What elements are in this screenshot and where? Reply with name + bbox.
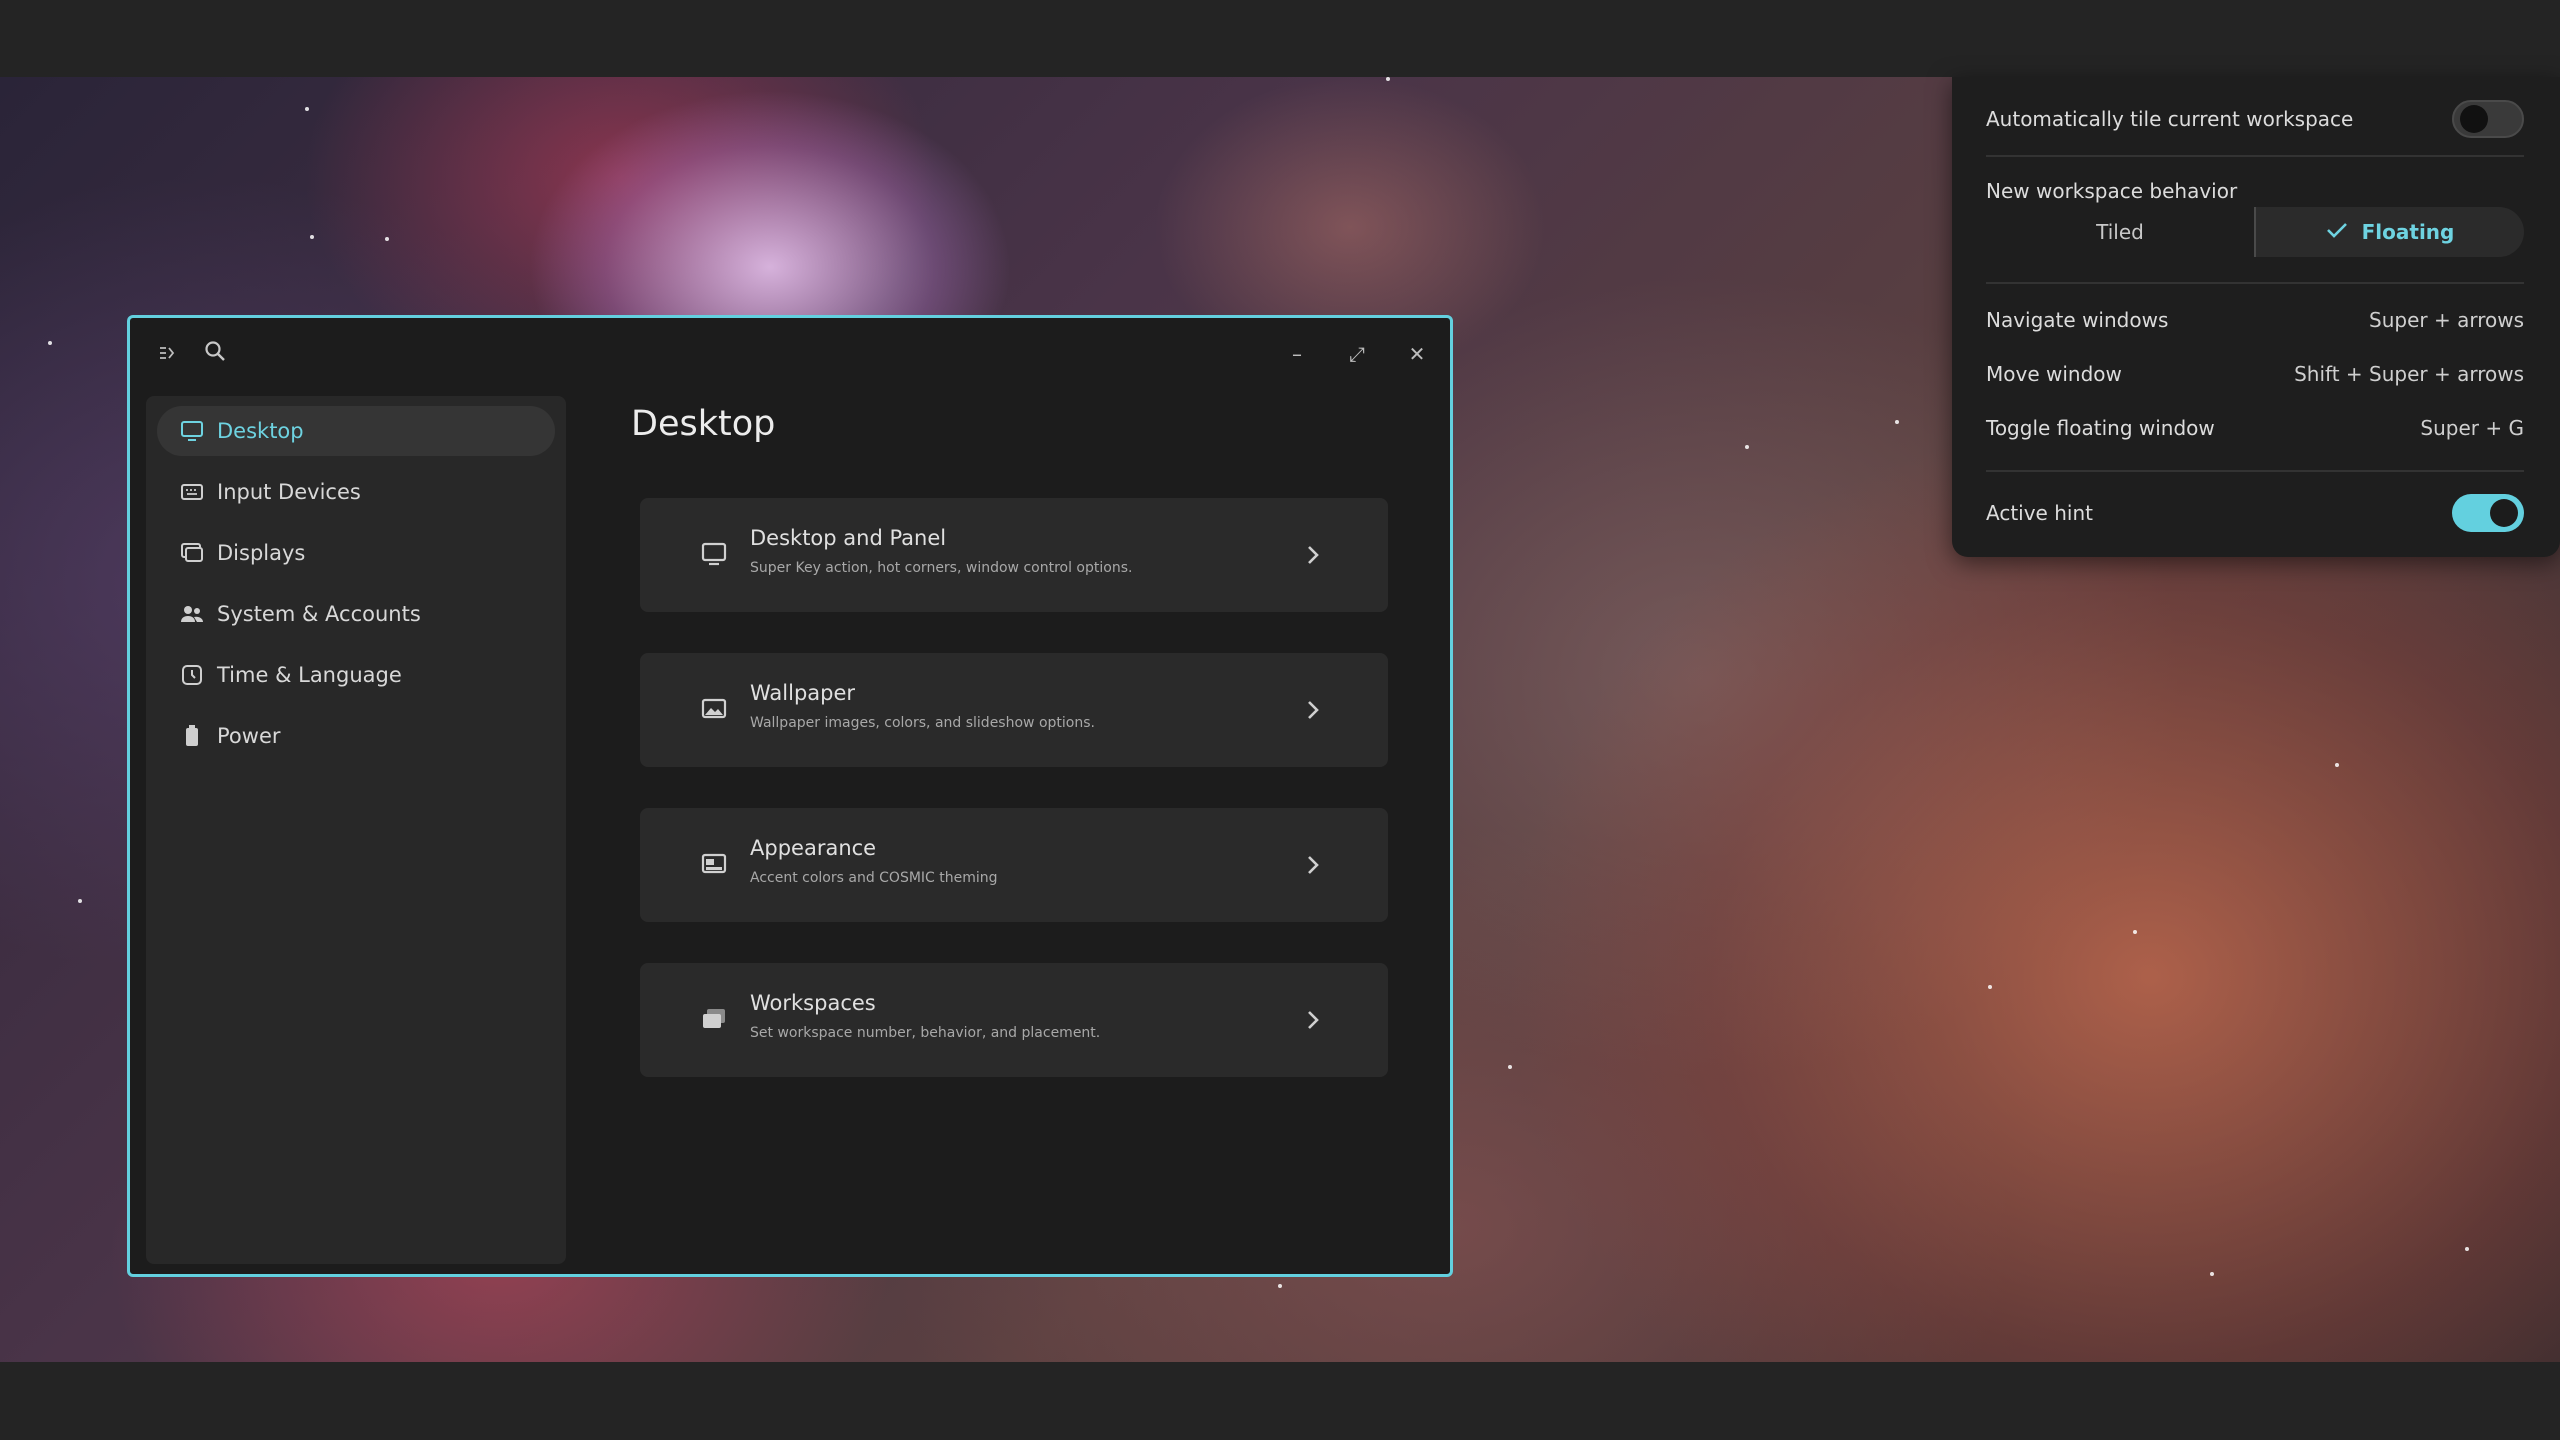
checkmark-icon (2326, 220, 2348, 244)
sidebar-toggle-icon (160, 347, 175, 359)
card-title: Desktop and Panel (750, 526, 947, 550)
chevron-right-icon (1302, 1006, 1324, 1034)
shortcut-keys: Super + arrows (2369, 308, 2524, 332)
new-workspace-segmented-control: Tiled Floating (1986, 207, 2524, 257)
sidebar-item-label: System & Accounts (217, 602, 421, 626)
auto-tile-toggle[interactable] (2452, 100, 2524, 138)
star (2335, 763, 2339, 767)
auto-tile-label: Automatically tile current workspace (1986, 107, 2354, 131)
divider (1986, 282, 2524, 284)
wallpaper-icon (700, 695, 728, 723)
segment-tiled[interactable]: Tiled (1986, 207, 2256, 257)
card-appearance[interactable]: Appearance Accent colors and COSMIC them… (640, 808, 1388, 922)
card-description: Accent colors and COSMIC theming (750, 870, 998, 886)
users-icon (179, 601, 205, 627)
star (310, 235, 314, 239)
shortcut-label: Move window (1986, 362, 2122, 386)
card-desktop-and-panel[interactable]: Desktop and Panel Super Key action, hot … (640, 498, 1388, 612)
workspaces-icon (700, 1005, 728, 1033)
search-button[interactable] (200, 340, 230, 370)
shortcut-label: Toggle floating window (1986, 416, 2215, 440)
card-description: Wallpaper images, colors, and slideshow … (750, 715, 1095, 731)
maximize-button[interactable]: ⤢ (1342, 339, 1372, 369)
chevron-right-icon (1302, 541, 1324, 569)
star (1988, 985, 1992, 989)
header-bar: – ⤢ ✕ (130, 318, 1450, 398)
star (2465, 1247, 2469, 1251)
card-title: Appearance (750, 836, 877, 860)
active-hint-toggle[interactable] (2452, 494, 2524, 532)
star (1895, 420, 1899, 424)
shortcut-row: Move window Shift + Super + arrows (1986, 353, 2524, 395)
appearance-icon (700, 850, 728, 878)
battery-icon (179, 723, 205, 749)
card-title: Workspaces (750, 991, 876, 1015)
card-workspaces[interactable]: Workspaces Set workspace number, behavio… (640, 963, 1388, 1077)
chevron-right-icon (1302, 696, 1324, 724)
sidebar-item-displays[interactable]: Displays (157, 528, 555, 578)
toggle-knob (2460, 105, 2488, 133)
divider (1986, 155, 2524, 157)
active-hint-label: Active hint (1986, 501, 2093, 525)
sidebar-item-label: Displays (217, 541, 306, 565)
sidebar: Desktop Input Devices Displays System & … (146, 396, 566, 1264)
divider (1986, 470, 2524, 472)
card-wallpaper[interactable]: Wallpaper Wallpaper images, colors, and … (640, 653, 1388, 767)
sidebar-item-label: Time & Language (217, 663, 402, 687)
sidebar-item-label: Input Devices (217, 480, 361, 504)
new-workspace-label: New workspace behavior (1986, 179, 2238, 203)
shortcut-keys: Super + G (2420, 416, 2524, 440)
displays-icon (179, 540, 205, 566)
sidebar-item-power[interactable]: Power (157, 711, 555, 761)
new-workspace-row: New workspace behavior (1986, 173, 2524, 209)
segment-floating[interactable]: Floating (2256, 207, 2524, 257)
clock-icon (179, 662, 205, 688)
star (385, 237, 389, 241)
tiling-popup: Automatically tile current workspace New… (1952, 77, 2560, 557)
shortcut-row: Toggle floating window Super + G (1986, 407, 2524, 449)
star (1386, 77, 1390, 81)
active-hint-row: Active hint (1986, 485, 2524, 541)
star (305, 107, 309, 111)
sidebar-item-system-accounts[interactable]: System & Accounts (157, 589, 555, 639)
star (2133, 930, 2137, 934)
keyboard-icon (179, 479, 205, 505)
chevron-right-icon (1302, 851, 1324, 879)
shortcut-keys: Shift + Super + arrows (2294, 362, 2524, 386)
settings-window: – ⤢ ✕ Desktop Input Devices Displays Sys… (127, 315, 1453, 1277)
star (48, 341, 52, 345)
monitor-icon (179, 418, 205, 444)
sidebar-item-input-devices[interactable]: Input Devices (157, 467, 555, 517)
minimize-button[interactable]: – (1282, 339, 1312, 369)
card-description: Super Key action, hot corners, window co… (750, 560, 1133, 576)
sidebar-item-label: Desktop (217, 419, 304, 443)
page-title: Desktop (631, 404, 776, 444)
sidebar-item-label: Power (217, 724, 281, 748)
segment-label: Floating (2361, 220, 2455, 244)
star (2210, 1272, 2214, 1276)
toggle-knob (2490, 499, 2518, 527)
star (1278, 1284, 1282, 1288)
sidebar-toggle-button[interactable] (152, 340, 182, 370)
star (1745, 445, 1749, 449)
sidebar-item-desktop[interactable]: Desktop (157, 406, 555, 456)
shortcut-label: Navigate windows (1986, 308, 2169, 332)
desktop-panel-icon (700, 540, 728, 568)
card-title: Wallpaper (750, 681, 856, 705)
card-description: Set workspace number, behavior, and plac… (750, 1025, 1101, 1041)
star (78, 899, 82, 903)
shortcut-row: Navigate windows Super + arrows (1986, 299, 2524, 341)
segment-label: Tiled (2096, 220, 2144, 244)
auto-tile-row: Automatically tile current workspace (1986, 91, 2524, 147)
star (1508, 1065, 1512, 1069)
search-icon (205, 341, 225, 361)
sidebar-item-time-language[interactable]: Time & Language (157, 650, 555, 700)
close-button[interactable]: ✕ (1402, 339, 1432, 369)
